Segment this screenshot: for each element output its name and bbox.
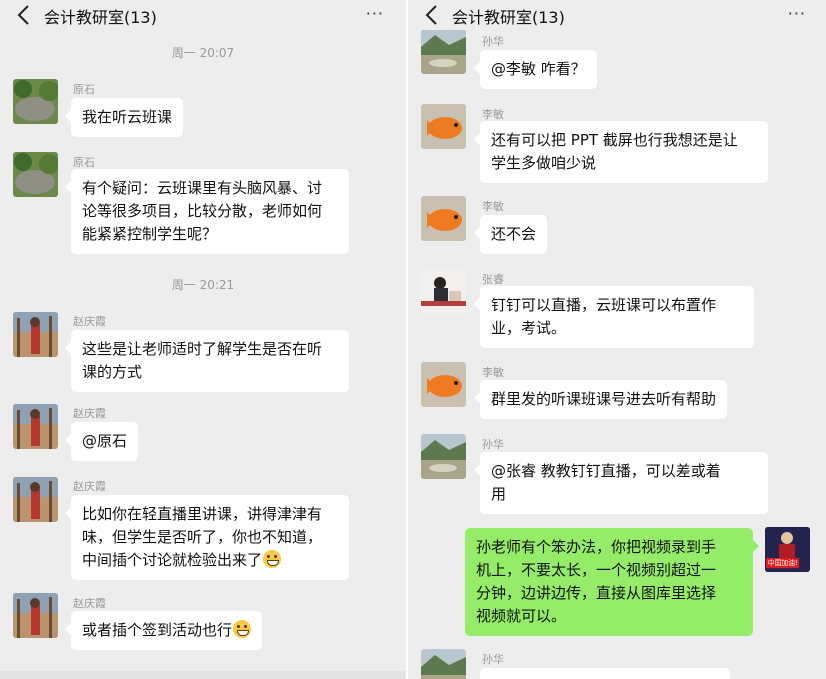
sender-name: 原石 (73, 83, 95, 96)
message-bubble[interactable]: @张睿 教教钉钉直播，可以差或着 用 (474, 452, 768, 514)
chat-panel-left: 会计教研室(13) ··· 周一 20:07 原石 我在听云班课 原石 有个疑问… (0, 0, 406, 679)
chat-panel-right: 孙华 会计教研室(13) ··· @李敏 咋看？ 李敏 还有可以把 PPT 截屏… (408, 0, 826, 679)
sender-name: 赵庆霞 (73, 315, 106, 328)
sender-name: 孙华 (482, 438, 504, 451)
sender-name: 李敏 (482, 200, 504, 213)
sender-name: 孙华 (482, 35, 504, 48)
chat-header: 会计教研室(13) ··· (0, 0, 406, 30)
sender-name: 赵庆霞 (73, 597, 106, 610)
message-line: 能紧紧控制学生呢？ (82, 225, 218, 243)
avatar-sunhua[interactable] (421, 649, 466, 679)
sender-name: 孙华 (482, 653, 504, 666)
more-icon[interactable]: ··· (788, 4, 806, 23)
message-text: 中间插个讨论就检验出来了 (82, 551, 263, 569)
message-bubble[interactable]: 比如你在轻直播里讲课，讲得津津有 味，但学生是否听了，你也不知道， 中间插个讨论… (65, 495, 349, 580)
avatar-sunhua[interactable] (421, 434, 466, 479)
timestamp: 周一 20:07 (171, 46, 235, 60)
back-arrow-icon[interactable] (14, 2, 36, 28)
avatar-limin[interactable] (421, 362, 466, 407)
message-line: 还有可以把 PPT 截屏也行我想还是让 (491, 131, 738, 149)
message-text: 还不会 (491, 225, 537, 243)
more-icon[interactable]: ··· (366, 4, 384, 23)
message-line: 课的方式 (82, 363, 143, 381)
avatar-zhaoqingxia[interactable] (13, 312, 58, 357)
sender-name: 赵庆霞 (73, 407, 106, 420)
avatar-self[interactable]: 中国加油! (765, 527, 810, 572)
avatar-yuanshi[interactable] (13, 79, 58, 124)
avatar-zhaoqingxia[interactable] (13, 404, 58, 449)
chat-title: 会计教研室(13) (44, 8, 157, 27)
sender-name: 原石 (73, 156, 95, 169)
message-line: 学生多做咱少说 (491, 154, 597, 172)
message-line: 中间插个讨论就检验出来了 (82, 549, 338, 572)
message-line: 孙老师有个笨办法，你把视频录到手 (476, 538, 717, 556)
message-bubble[interactable]: 这些是让老师适时了解学生是否在听 课的方式 (65, 330, 349, 392)
avatar-sunhua[interactable] (421, 29, 466, 74)
chat-header: 会计教研室(13) ··· (408, 0, 826, 30)
my-message-bubble[interactable]: 孙老师有个笨办法，你把视频录到手 机上，不要太长，一个视频别超过一 分钟，边讲边… (465, 528, 759, 636)
avatar-zhangrui[interactable] (421, 269, 466, 314)
avatar-zhaoqingxia[interactable] (13, 477, 58, 522)
message-line: 味，但学生是否听了，你也不知道， (82, 528, 323, 546)
message-line: @张睿 教教钉钉直播，可以差或着 (491, 462, 721, 480)
message-text: 群里发的听课班课号进去听有帮助 (491, 390, 717, 408)
avatar-badge-text: 中国加油! (766, 558, 800, 569)
message-line: 有个疑问：云班课里有头脑风暴、讨 (82, 179, 323, 197)
message-text: 或者插个签到活动也行 (82, 621, 233, 639)
bottom-edge (0, 671, 406, 679)
sender-name: 李敏 (482, 366, 504, 379)
message-bubble[interactable]: 还有可以把 PPT 截屏也行我想还是让 学生多做咱少说 (474, 121, 768, 183)
sender-name: 赵庆霞 (73, 480, 106, 493)
grin-emoji-icon (233, 620, 252, 638)
message-bubble[interactable]: @李敏 咋看？ (474, 50, 597, 89)
avatar-yuanshi[interactable] (13, 152, 58, 197)
sender-name: 李敏 (482, 108, 504, 121)
avatar-zhaoqingxia[interactable] (13, 593, 58, 638)
message-text: 我在听云班课 (82, 108, 173, 126)
message-bubble[interactable] (480, 668, 730, 679)
message-bubble[interactable]: @原石 (64, 422, 139, 461)
message-line: 钉钉可以直播，云班课可以布置作 (491, 296, 717, 314)
message-bubble[interactable]: 或者插个签到活动也行 (64, 611, 263, 650)
message-bubble[interactable]: 我在听云班课 (64, 98, 184, 137)
message-bubble[interactable]: 还不会 (473, 215, 548, 254)
message-line: 这些是让老师适时了解学生是否在听 (82, 340, 323, 358)
message-line: 业，考试。 (491, 319, 567, 337)
back-arrow-icon[interactable] (422, 2, 444, 28)
message-text: @原石 (82, 432, 128, 450)
grin-emoji-icon (263, 550, 282, 568)
message-bubble[interactable]: 有个疑问：云班课里有头脑风暴、讨 论等很多项目，比较分散，老师如何 能紧紧控制学… (65, 169, 349, 254)
message-line: 用 (491, 485, 507, 503)
avatar-limin[interactable] (421, 104, 466, 149)
message-text: @李敏 咋看？ (491, 60, 586, 78)
avatar-limin[interactable] (421, 196, 466, 241)
timestamp: 周一 20:21 (171, 278, 235, 292)
message-line: 视频就可以。 (476, 607, 567, 625)
message-line: 机上，不要太长，一个视频别超过一 (476, 561, 717, 579)
message-line: 比如你在轻直播里讲课，讲得津津有 (82, 505, 323, 523)
message-line: 论等很多项目，比较分散，老师如何 (82, 202, 323, 220)
sender-name: 张睿 (482, 273, 504, 286)
chat-title: 会计教研室(13) (452, 8, 565, 27)
message-bubble[interactable]: 钉钉可以直播，云班课可以布置作 业，考试。 (474, 286, 754, 348)
message-line: 分钟，边讲边传，直接从图库里选择 (476, 584, 717, 602)
message-bubble[interactable]: 群里发的听课班课号进去听有帮助 (473, 380, 728, 419)
